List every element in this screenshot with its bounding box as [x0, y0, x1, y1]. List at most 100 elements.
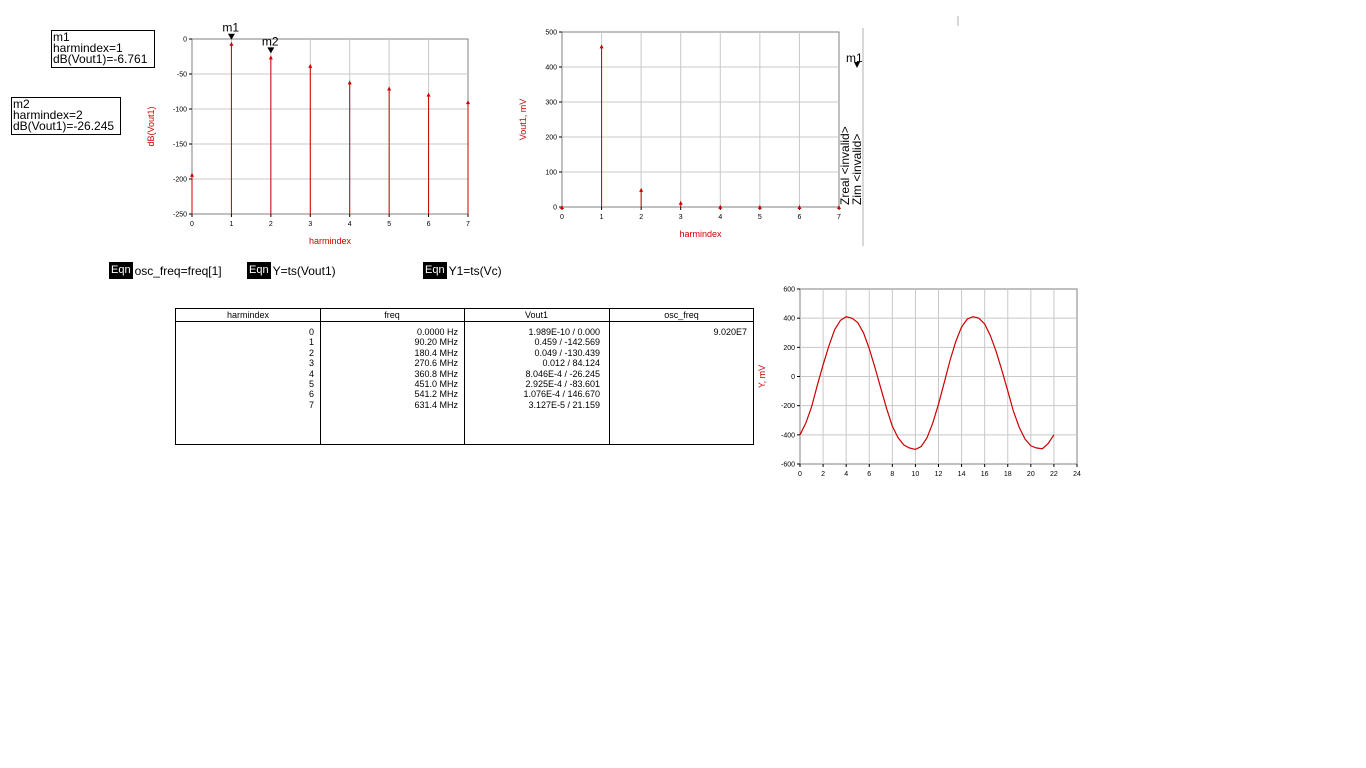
- table-cell-vout1: 8.046E-4 / -26.245: [525, 368, 600, 379]
- table-cell-vout1: 0.012 / 84.124: [542, 358, 600, 369]
- y-axis-label: Vout1, mV: [518, 99, 528, 141]
- table-cell-freq: 631.4 MHz: [414, 399, 458, 410]
- table-cell-harmindex: 7: [308, 399, 314, 410]
- x-tick-label: 8: [890, 471, 894, 478]
- marker-m2-value: dB(Vout1)=-26.245: [13, 119, 115, 133]
- x-tick-label: 4: [844, 471, 848, 478]
- y-tick-label: 400: [545, 65, 557, 72]
- y-tick-label: 500: [545, 30, 557, 37]
- x-tick-label: 3: [679, 214, 683, 221]
- x-tick-label: 18: [1004, 471, 1012, 478]
- x-tick-label: 4: [718, 214, 722, 221]
- x-tick-label: 0: [190, 221, 194, 228]
- table-cell-vout1: 1.989E-10 / 0.000: [528, 327, 600, 337]
- table-cell-freq: 541.2 MHz: [414, 389, 458, 400]
- table-cell-harmindex: 5: [308, 378, 314, 389]
- y-axis-label: Y, mV: [757, 365, 767, 388]
- x-tick-label: 14: [958, 471, 966, 478]
- column-harmindex: 01234567: [176, 327, 314, 410]
- eqn-badge: Eqn: [423, 262, 447, 279]
- table-cell-vout1: 3.127E-5 / 21.159: [528, 399, 600, 410]
- y-tick-label: -150: [173, 142, 187, 149]
- table-cell-freq: 0.0000 Hz: [416, 327, 458, 337]
- x-tick-label: 5: [758, 214, 762, 221]
- vertical-divider: [862, 28, 864, 246]
- y-tick-label: -400: [781, 432, 795, 439]
- table-cell-freq: 180.4 MHz: [414, 347, 458, 358]
- x-tick-label: 0: [798, 471, 802, 478]
- x-tick-label: 2: [821, 471, 825, 478]
- x-tick-label: 7: [837, 214, 841, 221]
- equation-text: osc_freq=freq[1]: [134, 263, 222, 278]
- marker-m2-readout[interactable]: m2 harmindex=2 dB(Vout1)=-26.245: [11, 97, 121, 135]
- divider-tick: [957, 16, 959, 26]
- y-tick-label: -600: [781, 462, 795, 469]
- table-cell-freq: 90.20 MHz: [414, 337, 458, 348]
- y-tick-label: -200: [781, 403, 795, 410]
- x-tick-label: 12: [935, 471, 943, 478]
- x-tick-label: 6: [797, 214, 801, 221]
- y-tick-label: -200: [173, 177, 187, 184]
- plot-area: [191, 38, 469, 215]
- chart-vout1-mv[interactable]: 0 1 2 3 4 5 6 7 500 400 300 200 100 0 harmindex Vout1, …: [515, 20, 870, 255]
- x-tick-label: 5: [387, 221, 391, 228]
- x-tick-label: 16: [981, 471, 989, 478]
- marker-label: m2: [262, 34, 279, 48]
- table-cell-freq: 270.6 MHz: [414, 358, 458, 369]
- column-osc-freq: 9.020E7: [609, 327, 747, 337]
- x-tick-label: 6: [867, 471, 871, 478]
- x-axis-label: harmindex: [309, 236, 352, 246]
- marker-label: m1: [222, 21, 239, 35]
- y-axis-label: dB(Vout1): [146, 106, 156, 146]
- table-cell-harmindex: 4: [308, 368, 314, 379]
- x-tick-label: 20: [1027, 471, 1035, 478]
- y-tick-label: -250: [173, 212, 187, 219]
- equation-osc-freq[interactable]: Eqn osc_freq=freq[1]: [109, 262, 222, 279]
- equation-text: Y=ts(Vout1): [272, 263, 336, 278]
- x-tick-label: 1: [229, 221, 233, 228]
- x-tick-label: 10: [912, 471, 920, 478]
- y-tick-label: -100: [173, 107, 187, 114]
- header-osc-freq: osc_freq: [664, 310, 699, 320]
- y-tick-label: 300: [545, 100, 557, 107]
- table-cell-harmindex: 2: [308, 347, 314, 358]
- equation-y1[interactable]: Eqn Y1=ts(Vc): [423, 262, 502, 279]
- table-cell-harmindex: 1: [308, 337, 314, 348]
- table-cell-osc-freq: 9.020E7: [713, 327, 747, 337]
- table-cell-freq: 451.0 MHz: [414, 378, 458, 389]
- table-cell-vout1: 2.925E-4 / -83.601: [525, 378, 600, 389]
- x-tick-label: 7: [466, 221, 470, 228]
- table-cell-harmindex: 3: [308, 358, 314, 369]
- y-tick-label: 0: [791, 374, 795, 381]
- eqn-badge: Eqn: [109, 262, 133, 279]
- y-tick-label: 0: [183, 37, 187, 44]
- y-tick-label: 200: [783, 345, 795, 352]
- table-cell-vout1: 0.459 / -142.569: [534, 337, 600, 348]
- column-vout1: 1.989E-10 / 0.000 0.459 / -142.569 0.049 /…: [464, 327, 600, 410]
- x-tick-label: 2: [269, 221, 273, 228]
- equation-y[interactable]: Eqn Y=ts(Vout1): [247, 262, 336, 279]
- y-tick-label: 400: [783, 316, 795, 323]
- x-tick-label: 0: [560, 214, 564, 221]
- chart-db-vout1[interactable]: 0 1 2 3 4 5 6 7 0 -50 -100 -150 -200 -250 harmindex dB(…: [140, 20, 480, 255]
- y-tick-label: 0: [553, 205, 557, 212]
- x-tick-label: 22: [1050, 471, 1058, 478]
- x-tick-label: 2: [639, 214, 643, 221]
- marker-m1-value: dB(Vout1)=-6.761: [53, 52, 148, 66]
- y-tick-label: 100: [545, 170, 557, 177]
- table-cell-vout1: 0.049 / -130.439: [534, 347, 600, 358]
- equation-text: Y1=ts(Vc): [448, 263, 502, 278]
- marker-arrow-icon: [854, 62, 860, 68]
- x-tick-label: 24: [1073, 471, 1081, 478]
- y-tick-label: 600: [783, 287, 795, 294]
- chart-time-domain-y[interactable]: 0 2 4 6 8 10 12 14 16 18 20 22 246004002000-200-400-…: [755, 282, 1090, 482]
- y-tick-label: 200: [545, 135, 557, 142]
- column-freq: 0.0000 Hz 90.20 MHz 180.4 MHz 270.6 MHz 360.…: [320, 327, 458, 410]
- table-cell-vout1: 1.076E-4 / 146.670: [523, 389, 600, 400]
- data-table[interactable]: harmindex freq Vout1 osc_freq 01234567 0…: [175, 308, 754, 445]
- x-tick-label: 1: [600, 214, 604, 221]
- header-freq: freq: [384, 310, 400, 320]
- x-tick-label: 6: [427, 221, 431, 228]
- x-axis-label: harmindex: [679, 229, 722, 239]
- table-cell-freq: 360.8 MHz: [414, 368, 458, 379]
